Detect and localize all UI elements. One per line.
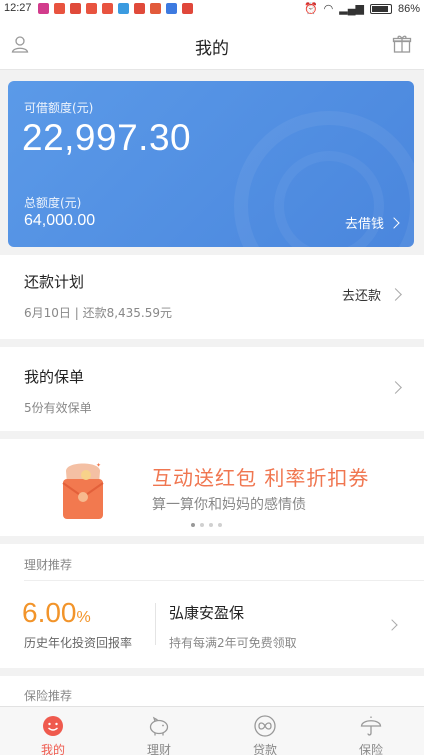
return-rate-label: 历史年化投资回报率 xyxy=(24,636,133,650)
notification-icons xyxy=(38,3,193,14)
telegram-notification-icon xyxy=(118,3,129,14)
repayment-plan-subtitle: 6月10日 | 还款8,435.59元 xyxy=(24,306,173,320)
umbrella-icon xyxy=(360,716,382,736)
gift-icon[interactable] xyxy=(392,34,412,54)
available-credit-label: 可借额度(元) xyxy=(24,101,94,115)
chevron-right-icon xyxy=(389,381,402,394)
app-notification-icon xyxy=(134,3,145,14)
tab-finance[interactable]: 理财 xyxy=(106,707,212,755)
insurance-section-title: 保险推荐 xyxy=(24,689,73,703)
mail-notification-icon xyxy=(182,3,193,14)
carousel-dot xyxy=(218,523,222,527)
repay-button[interactable]: 去还款 xyxy=(341,285,402,304)
finance-section-title: 理财推荐 xyxy=(24,558,73,572)
top-header: 我的 xyxy=(0,18,424,70)
signal-icon: ▂▄▆ xyxy=(339,3,364,15)
divider xyxy=(24,580,424,581)
carousel-dot xyxy=(209,523,213,527)
my-policies-title: 我的保单 xyxy=(24,368,85,386)
return-rate-unit: % xyxy=(76,609,91,626)
wifi-icon: ◠ xyxy=(323,3,334,15)
piggy-bank-icon xyxy=(149,716,169,736)
total-credit-label: 总额度(元) xyxy=(24,196,82,210)
app-notification-icon xyxy=(70,3,81,14)
weibo-notification-icon xyxy=(54,3,65,14)
baidu-notification-icon xyxy=(166,3,177,14)
banner-title: 互动送红包 利率折扣券 xyxy=(152,466,370,490)
svg-text:✦: ✦ xyxy=(96,462,101,469)
weibo-notification-icon xyxy=(102,3,113,14)
bottom-tab-bar: 我的 理财 贷款 保险 xyxy=(0,706,424,755)
tab-mine[interactable]: 我的 xyxy=(0,707,106,755)
carousel-dot xyxy=(200,523,204,527)
my-policies-row[interactable]: 我的保单 5份有效保单 xyxy=(0,347,424,431)
app-notification-icon xyxy=(38,3,49,14)
banner-subtitle: 算一算你和妈妈的感情债 xyxy=(152,497,306,513)
page-title: 我的 xyxy=(195,39,229,59)
mi-notification-icon xyxy=(150,3,161,14)
borrow-button-label: 去借钱 xyxy=(344,217,384,232)
status-time: 12:27 xyxy=(4,2,32,14)
status-right: ⏰ ◠ ▂▄▆ 86% xyxy=(303,2,420,16)
red-envelope-icon: ✦ xyxy=(62,462,104,519)
status-bar: 12:27 ⏰ ◠ ▂▄▆ 86% xyxy=(0,0,424,18)
product-name[interactable]: 弘康安盈保 xyxy=(169,602,244,623)
carousel-indicator xyxy=(191,523,222,527)
tab-label: 保险 xyxy=(358,743,383,755)
product-description: 持有每满2年可免费领取 xyxy=(169,636,297,650)
loan-icon xyxy=(254,715,276,737)
battery-icon xyxy=(369,3,392,14)
vertical-divider xyxy=(155,603,156,645)
tab-label: 贷款 xyxy=(252,743,277,755)
tab-insurance[interactable]: 保险 xyxy=(318,707,424,755)
credit-limit-card[interactable]: 可借额度(元) 22,997.30 总额度(元) 64,000.00 去借钱 xyxy=(8,81,414,247)
tab-loan[interactable]: 贷款 xyxy=(212,707,318,755)
return-rate[interactable]: 6.00% xyxy=(22,597,91,629)
chevron-right-icon xyxy=(388,216,400,229)
return-rate-value: 6.00 xyxy=(22,597,77,628)
smile-icon xyxy=(43,716,63,736)
battery-percent: 86% xyxy=(397,2,420,15)
alarm-icon: ⏰ xyxy=(303,3,318,15)
repayment-plan-row[interactable]: 还款计划 6月10日 | 还款8,435.59元 去还款 xyxy=(0,255,424,339)
weibo-notification-icon xyxy=(86,3,97,14)
my-policies-subtitle: 5份有效保单 xyxy=(24,401,92,415)
repayment-plan-title: 还款计划 xyxy=(24,273,85,291)
carousel-dot-active xyxy=(191,523,195,527)
tab-label: 理财 xyxy=(146,743,171,755)
total-credit-amount: 64,000.00 xyxy=(24,212,96,229)
borrow-button[interactable]: 去借钱 xyxy=(344,213,400,232)
chevron-right-icon xyxy=(389,288,402,301)
available-credit-amount: 22,997.30 xyxy=(22,117,192,158)
tab-label: 我的 xyxy=(40,743,65,755)
repay-button-label: 去还款 xyxy=(341,289,381,304)
policies-chevron xyxy=(389,381,402,394)
